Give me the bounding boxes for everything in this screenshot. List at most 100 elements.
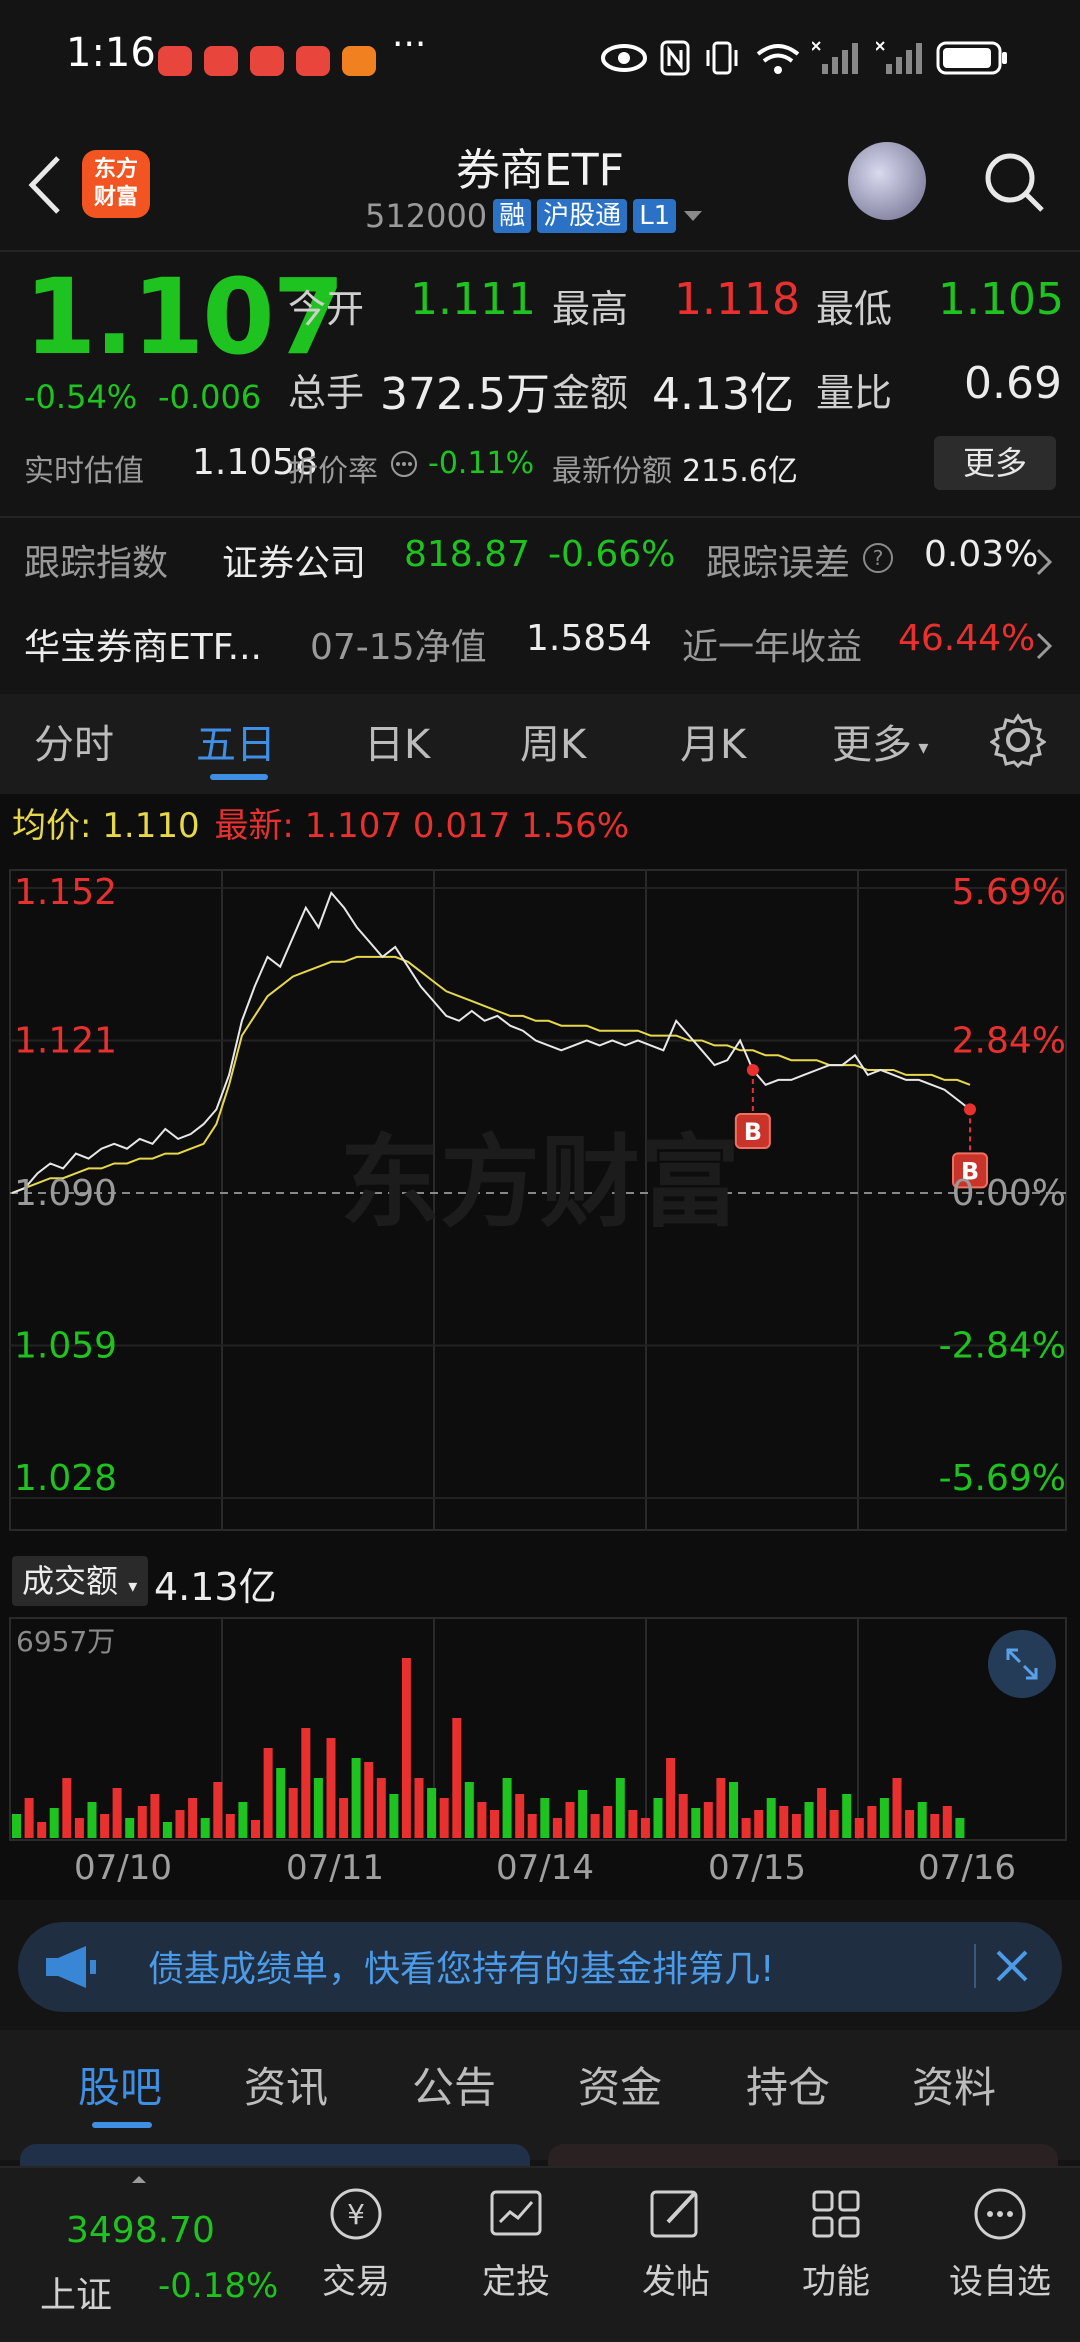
volume-total: 4.13亿	[154, 1565, 277, 1609]
volume-bar	[666, 1758, 676, 1838]
expand-chart-button[interactable]	[988, 1630, 1056, 1698]
tab-holdings[interactable]: 持仓	[746, 2054, 830, 2115]
nav-post[interactable]: 发帖	[616, 2178, 736, 2303]
volume-bar	[376, 1778, 386, 1838]
volume-bar	[729, 1782, 738, 1838]
security-code-row[interactable]: 512000 融 沪股通 L1	[365, 196, 704, 236]
low-value: 1.105	[938, 274, 1064, 325]
latest-price-value: 1.107	[304, 806, 403, 846]
volume-bar	[527, 1814, 537, 1838]
search-icon[interactable]	[980, 148, 1048, 216]
robot-avatar[interactable]	[848, 142, 926, 220]
nav-add-watchlist[interactable]: 设自选	[940, 2178, 1060, 2303]
volume-bar	[251, 1820, 260, 1838]
volume-bar	[12, 1814, 21, 1838]
signal-icon	[812, 41, 858, 74]
avg-price-value: 1.110	[102, 806, 200, 846]
tab-funds-flow[interactable]: 资金	[578, 2054, 662, 2115]
grid-icon	[812, 2190, 860, 2238]
volume-bar	[401, 1658, 411, 1838]
trade-icon: ¥	[330, 2188, 382, 2240]
tab-weekly-k[interactable]: 周K	[520, 712, 586, 770]
volume-bar	[817, 1788, 827, 1838]
tab-news[interactable]: 资讯	[244, 2054, 328, 2115]
index-name: 上证	[40, 2275, 113, 2316]
svg-text:¥: ¥	[347, 2198, 365, 2231]
volume-bar	[942, 1806, 952, 1838]
volume-value: 372.5万	[380, 369, 550, 420]
active-tab-indicator	[92, 2122, 152, 2128]
volume-bar	[879, 1798, 889, 1838]
volume-bar	[125, 1818, 135, 1838]
chevron-down-icon	[684, 211, 703, 221]
promo-banner-text[interactable]: 债基成绩单，快看您持有的基金排第几!	[148, 1940, 774, 1992]
volume-bar	[716, 1778, 726, 1838]
volume-bar	[188, 1798, 198, 1838]
nav-trade-label: 交易	[322, 2262, 390, 2302]
volume-type-dropdown[interactable]: 成交额 ▾	[12, 1556, 148, 1606]
volume-bar	[703, 1802, 713, 1838]
tracking-index-row[interactable]: 跟踪指数 证券公司 818.87 -0.66% 跟踪误差 ? 0.03%	[0, 520, 1080, 596]
y-axis-label-left: 1.028	[14, 1458, 117, 1499]
tab-announcements[interactable]: 公告	[412, 2054, 496, 2115]
fund-info-row[interactable]: 华宝券商ETF... 07-15净值 1.5854 近一年收益 46.44%	[0, 604, 1080, 680]
tab-profile[interactable]: 资料	[912, 2054, 996, 2115]
nfc-icon	[660, 40, 690, 76]
close-icon[interactable]	[990, 1944, 1034, 1988]
volume-chart[interactable]	[0, 1614, 1080, 1844]
tab-five-day[interactable]: 五日	[196, 712, 276, 770]
taobao-icon	[342, 46, 376, 76]
volume-type-label: 成交额	[22, 1562, 119, 1600]
tab-more[interactable]: 更多 ▾	[832, 712, 928, 770]
dropdown-arrow-icon: ▾	[912, 735, 929, 759]
help-icon[interactable]: ?	[862, 542, 894, 574]
more-circle-icon	[974, 2188, 1026, 2240]
notification-icon	[250, 46, 284, 76]
tab-stock-forum[interactable]: 股吧	[78, 2054, 162, 2115]
tab-intraday[interactable]: 分时	[34, 712, 114, 770]
change-percent: -0.54%	[24, 378, 138, 416]
volume-bar	[905, 1810, 915, 1838]
annual-return-label: 近一年收益	[682, 627, 863, 668]
tab-daily-k[interactable]: 日K	[364, 712, 430, 770]
volume-bar	[112, 1788, 122, 1838]
volume-label: 总手	[288, 371, 365, 415]
volume-bar	[87, 1802, 97, 1838]
margin-tag: 融	[493, 199, 532, 233]
y-axis-label-right: 5.69%	[952, 872, 1066, 913]
volume-bar	[829, 1810, 839, 1838]
more-button[interactable]: 更多	[934, 436, 1056, 490]
volume-bar	[62, 1778, 72, 1838]
volume-ratio-label: 量比	[816, 371, 893, 415]
chart-legend: 均价: 1.110 最新: 1.107 0.017 1.56%	[12, 798, 629, 847]
y-axis-label-right: -5.69%	[939, 1458, 1066, 1499]
vibrate-icon	[706, 41, 738, 75]
volume-max-label: 6957万	[16, 1625, 116, 1658]
notification-icon	[296, 46, 330, 76]
gear-icon[interactable]	[990, 712, 1046, 768]
status-bar: 1:16 ···	[0, 0, 1080, 120]
more-dots-icon[interactable]	[390, 450, 418, 478]
volume-bar	[162, 1822, 172, 1838]
volume-bar	[578, 1790, 588, 1838]
x-axis-date: 07/14	[496, 1848, 594, 1888]
tab-monthly-k[interactable]: 月K	[680, 712, 746, 770]
volume-bar	[137, 1806, 147, 1838]
price-chart[interactable]: 东方财富 BB1.1521.1211.0901.0591.0285.69%2.84…	[0, 850, 1080, 1550]
volume-bar	[502, 1778, 512, 1838]
divider	[0, 516, 1080, 518]
discount-value: -0.11%	[428, 446, 535, 481]
tracking-index-name: 证券公司	[222, 543, 367, 584]
volume-bar	[779, 1806, 789, 1838]
back-arrow-icon[interactable]	[22, 152, 66, 218]
nav-fixed-investment[interactable]: 定投	[456, 2178, 576, 2303]
nav-trade[interactable]: ¥ 交易	[296, 2178, 416, 2303]
volume-bar	[213, 1782, 223, 1838]
nav-functions[interactable]: 功能	[776, 2178, 896, 2303]
edit-icon	[650, 2190, 698, 2238]
tab-more-label: 更多	[832, 722, 912, 768]
index-ticker[interactable]: 3498.70 上证 -0.18%	[0, 2168, 278, 2342]
bottom-nav: 3498.70 上证 -0.18% ¥ 交易 定投 发帖 功能 设自选	[0, 2166, 1080, 2342]
volume-bar	[515, 1794, 525, 1838]
app-header: 东方 财富 券商ETF 512000 融 沪股通 L1	[0, 120, 1080, 250]
